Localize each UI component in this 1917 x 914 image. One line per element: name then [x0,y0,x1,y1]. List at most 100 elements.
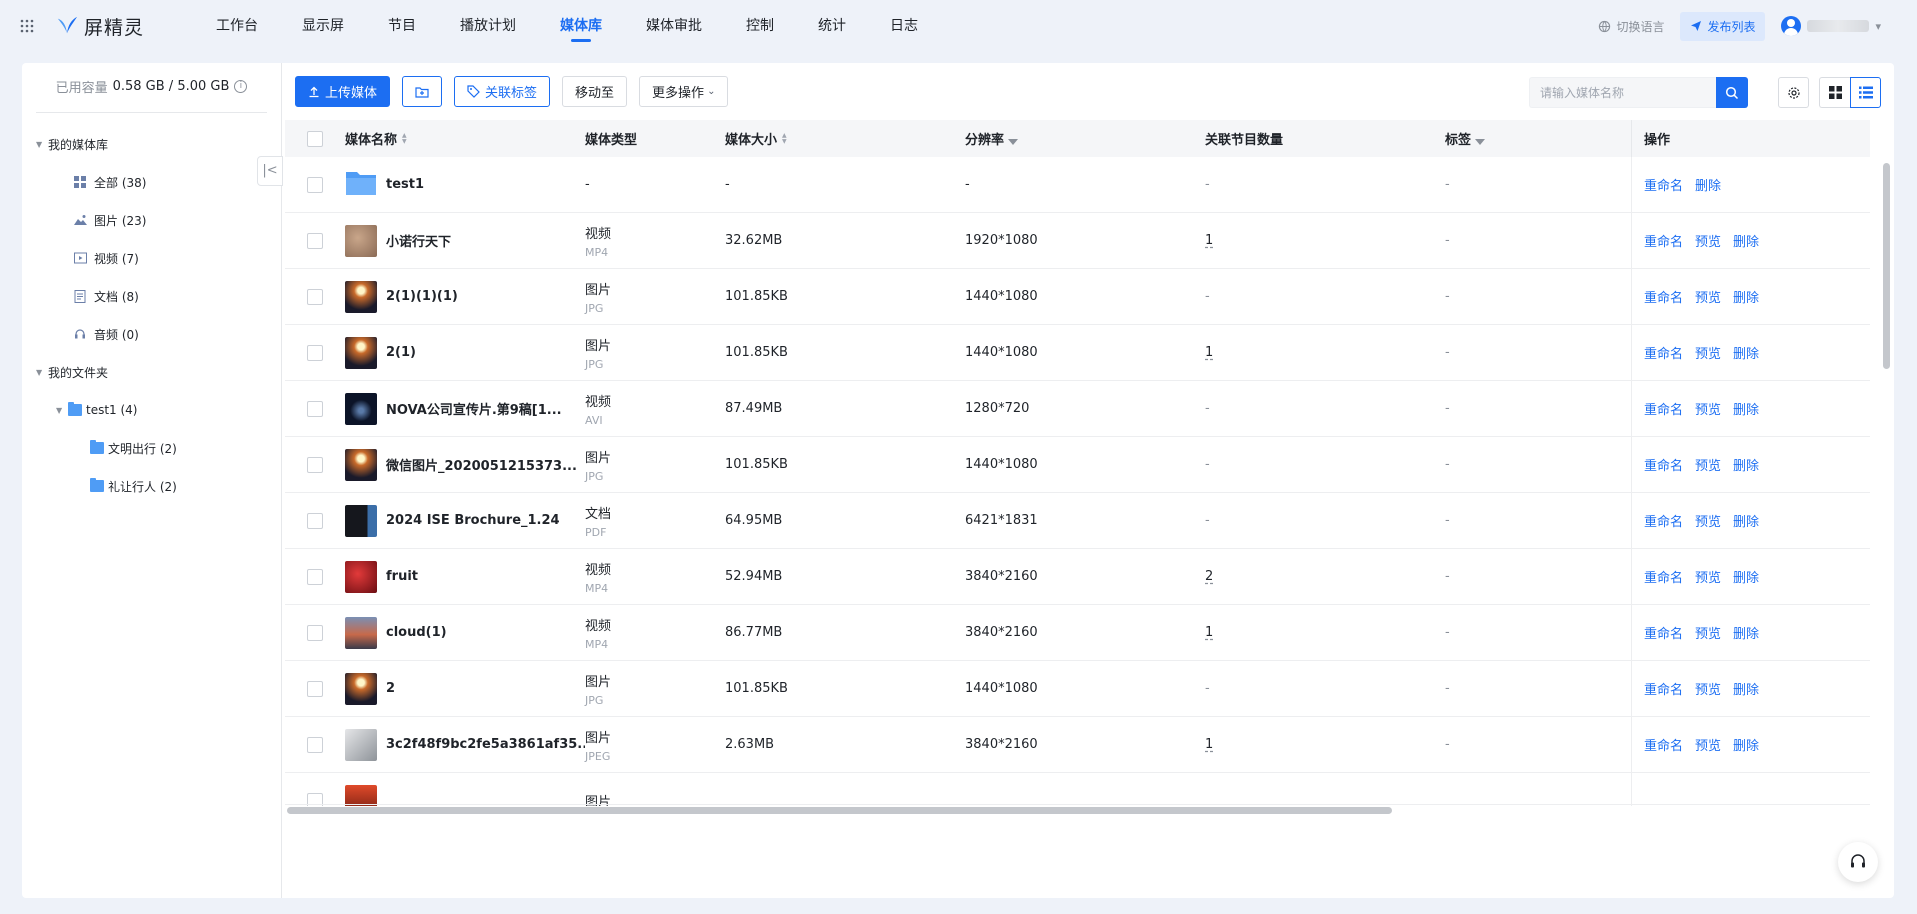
related-program-count[interactable]: 1 [1205,345,1213,360]
link-tag-button[interactable]: 关联标签 [454,76,551,107]
preview-button[interactable]: 预览 [1695,511,1721,530]
customer-service-button[interactable] [1838,842,1878,882]
nav-item-7[interactable]: 统计 [796,0,868,52]
table-row[interactable]: 2 图片 JPG 101.85KB 1440*1080 - - 重命名 预览 删除 [285,661,1870,717]
sidebar-item-grid[interactable]: 全部 (38) [22,163,281,201]
nav-item-4[interactable]: 媒体库 [538,0,624,52]
vertical-scrollbar[interactable] [1883,163,1890,369]
rename-button[interactable]: 重命名 [1644,231,1683,250]
folder-test1[interactable]: ▼ test1 (4) [22,391,281,429]
row-checkbox[interactable] [307,512,323,529]
brand[interactable]: 屏精灵 [56,13,144,40]
delete-button[interactable]: 删除 [1733,231,1759,250]
delete-button[interactable]: 删除 [1695,175,1721,194]
list-view-button[interactable] [1850,77,1881,108]
switch-language-button[interactable]: 切换语言 [1598,18,1664,35]
info-icon[interactable]: i [234,80,248,93]
upload-media-button[interactable]: 上传媒体 [295,76,391,107]
nav-item-8[interactable]: 日志 [868,0,940,52]
horizontal-scrollbar[interactable] [287,807,1392,814]
row-checkbox[interactable] [307,456,323,473]
delete-button[interactable]: 删除 [1733,567,1759,586]
media-name[interactable]: fruit [386,569,418,584]
sidebar-item-video[interactable]: 视频 (7) [22,239,281,277]
media-name[interactable]: 2(1) [386,345,416,360]
search-button[interactable] [1716,77,1748,108]
preview-button[interactable]: 预览 [1695,399,1721,418]
row-checkbox[interactable] [307,568,323,585]
rename-button[interactable]: 重命名 [1644,287,1683,306]
delete-button[interactable]: 删除 [1733,455,1759,474]
nav-item-6[interactable]: 控制 [724,0,796,52]
table-row[interactable]: fruit 视频 MP4 52.94MB 3840*2160 2 - 重命名 预览 删除 [285,549,1870,605]
filter-icon[interactable] [1475,139,1486,145]
rename-button[interactable]: 重命名 [1644,455,1683,474]
rename-button[interactable]: 重命名 [1644,511,1683,530]
related-program-count[interactable]: 1 [1205,625,1213,640]
row-checkbox[interactable] [307,288,323,305]
media-name[interactable]: NOVA公司宣传片.第9稿[1... [386,399,562,418]
rename-button[interactable]: 重命名 [1644,175,1683,194]
select-all-checkbox[interactable] [307,130,323,147]
media-name[interactable]: test1 [386,177,424,192]
sidebar-item-document[interactable]: 文档 (8) [22,277,281,315]
table-row[interactable]: 图片 [285,773,1870,806]
user-menu[interactable]: ▾ [1781,16,1881,36]
media-name[interactable]: 微信图片_2020051215373... [386,455,577,474]
row-checkbox[interactable] [307,344,323,361]
delete-button[interactable]: 删除 [1733,511,1759,530]
row-checkbox[interactable] [307,232,323,249]
rename-button[interactable]: 重命名 [1644,679,1683,698]
preview-button[interactable]: 预览 [1695,455,1721,474]
media-name[interactable]: 3c2f48f9bc2fe5a3861af35... [386,737,585,752]
settings-button[interactable] [1778,77,1809,108]
preview-button[interactable]: 预览 [1695,231,1721,250]
preview-button[interactable]: 预览 [1695,735,1721,754]
search-input[interactable] [1529,77,1716,108]
row-checkbox[interactable] [307,176,323,193]
table-row[interactable]: NOVA公司宣传片.第9稿[1... 视频 AVI 87.49MB 1280*720 - -… [285,381,1870,437]
preview-button[interactable]: 预览 [1695,679,1721,698]
row-checkbox[interactable] [307,624,323,641]
apps-grid-icon[interactable] [0,18,54,34]
table-row[interactable]: 微信图片_2020051215373... 图片 JPG 101.85KB 1440*1… [285,437,1870,493]
nav-item-5[interactable]: 媒体审批 [624,0,724,52]
grid-view-button[interactable] [1819,77,1850,108]
delete-button[interactable]: 删除 [1733,623,1759,642]
delete-button[interactable]: 删除 [1733,287,1759,306]
nav-item-2[interactable]: 节目 [366,0,438,52]
delete-button[interactable]: 删除 [1733,679,1759,698]
table-row[interactable]: 2024 ISE Brochure_1.24 文档 PDF 64.95MB 6421*1… [285,493,1870,549]
media-name[interactable]: 2(1)(1)(1) [386,289,458,304]
nav-item-1[interactable]: 显示屏 [280,0,366,52]
table-row[interactable]: 2(1) 图片 JPG 101.85KB 1440*1080 1 - 重命名 预览 删除 [285,325,1870,381]
nav-item-3[interactable]: 播放计划 [438,0,538,52]
new-folder-button[interactable] [402,76,443,107]
header-name[interactable]: 媒体名称 ▲ ▼ [345,129,407,148]
rename-button[interactable]: 重命名 [1644,343,1683,362]
table-row[interactable]: test1 - - - - - 重命名 删除 [285,157,1870,213]
rename-button[interactable]: 重命名 [1644,567,1683,586]
preview-button[interactable]: 预览 [1695,567,1721,586]
media-name[interactable]: 2 [386,681,395,696]
row-checkbox[interactable] [307,680,323,697]
related-program-count[interactable]: 1 [1205,233,1213,248]
table-row[interactable]: 小诺行天下 视频 MP4 32.62MB 1920*1080 1 - 重命名 预览 删除 [285,213,1870,269]
header-size[interactable]: 媒体大小 ▲ ▼ [725,129,787,148]
delete-button[interactable]: 删除 [1733,399,1759,418]
sidebar-item-image[interactable]: 图片 (23) [22,201,281,239]
media-name[interactable]: 小诺行天下 [386,231,451,250]
publish-list-button[interactable]: 发布列表 [1680,11,1766,41]
related-program-count[interactable]: 1 [1205,737,1213,752]
media-name[interactable]: cloud(1) [386,625,447,640]
sidebar-item-audio[interactable]: 音频 (0) [22,315,281,353]
table-row[interactable]: 3c2f48f9bc2fe5a3861af35... 图片 JPEG 2.63MB 38… [285,717,1870,773]
preview-button[interactable]: 预览 [1695,287,1721,306]
filter-icon[interactable] [1008,139,1019,145]
rename-button[interactable]: 重命名 [1644,623,1683,642]
rename-button[interactable]: 重命名 [1644,735,1683,754]
delete-button[interactable]: 删除 [1733,343,1759,362]
nav-item-0[interactable]: 工作台 [194,0,280,52]
table-row[interactable]: 2(1)(1)(1) 图片 JPG 101.85KB 1440*1080 - - 重命名 预览删… [285,269,1870,325]
delete-button[interactable]: 删除 [1733,735,1759,754]
